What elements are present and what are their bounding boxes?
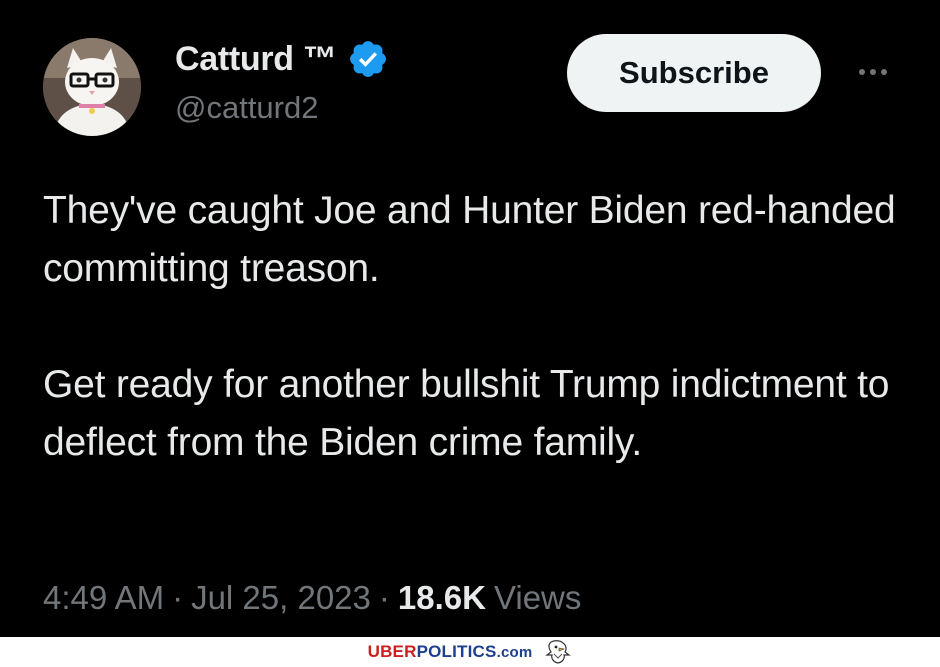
watermark-footer: UBERPOLITICS.com bbox=[0, 637, 940, 667]
tweet-paragraph: They've caught Joe and Hunter Biden red-… bbox=[43, 189, 896, 290]
brand-part-politics: POLITICS bbox=[416, 642, 497, 661]
tweet-card: Catturd ™ @catturd2 Subscribe They've ca… bbox=[0, 0, 940, 637]
footer-brand[interactable]: UBERPOLITICS.com bbox=[368, 642, 533, 662]
tweet-paragraph: Get ready for another bullshit Trump ind… bbox=[43, 363, 890, 464]
views-label: Views bbox=[493, 579, 582, 616]
author-name-row: Catturd ™ bbox=[175, 36, 389, 82]
author-handle[interactable]: @catturd2 bbox=[175, 90, 318, 126]
verified-badge-icon[interactable] bbox=[347, 38, 389, 80]
more-horizontal-icon[interactable] bbox=[848, 58, 898, 86]
views-count[interactable]: 18.6K bbox=[398, 579, 486, 617]
tweet-meta: 4:49 AM · Jul 25, 2023 · 18.6K Views bbox=[43, 579, 581, 617]
brand-part-uber: UBER bbox=[367, 642, 417, 661]
meta-separator: · bbox=[378, 579, 390, 616]
tweet-time[interactable]: 4:49 AM bbox=[43, 579, 164, 617]
avatar[interactable] bbox=[43, 38, 141, 136]
eagle-icon bbox=[545, 640, 572, 664]
more-dot bbox=[859, 69, 865, 75]
meta-separator: · bbox=[172, 579, 184, 616]
tweet-text: They've caught Joe and Hunter Biden red-… bbox=[43, 182, 923, 472]
display-name[interactable]: Catturd ™ bbox=[175, 40, 337, 79]
tweet-date[interactable]: Jul 25, 2023 bbox=[191, 579, 371, 617]
more-dot bbox=[881, 69, 887, 75]
brand-part-com: .com bbox=[496, 644, 533, 661]
cat-avatar-icon bbox=[43, 38, 141, 136]
more-dot bbox=[870, 69, 876, 75]
subscribe-button[interactable]: Subscribe bbox=[567, 34, 821, 112]
